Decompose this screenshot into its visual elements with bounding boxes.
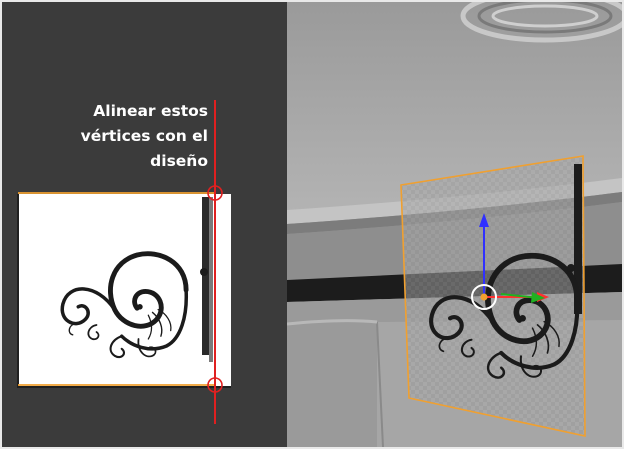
reference-canvas [17,100,231,424]
viewport-canvas[interactable] [287,2,622,447]
annotation-line-1: Alinear estos [93,102,208,120]
annotation-line-3: diseño [150,152,208,170]
screenshot-frame: Alinear estos vértices con el diseño [0,0,624,449]
reference-panel: Alinear estos vértices con el diseño [2,2,287,447]
annotation-line-2: vértices con el [80,127,208,145]
reference-image [17,194,231,388]
instruction-annotation: Alinear estos vértices con el diseño [62,99,208,174]
3d-viewport[interactable] [287,2,622,447]
